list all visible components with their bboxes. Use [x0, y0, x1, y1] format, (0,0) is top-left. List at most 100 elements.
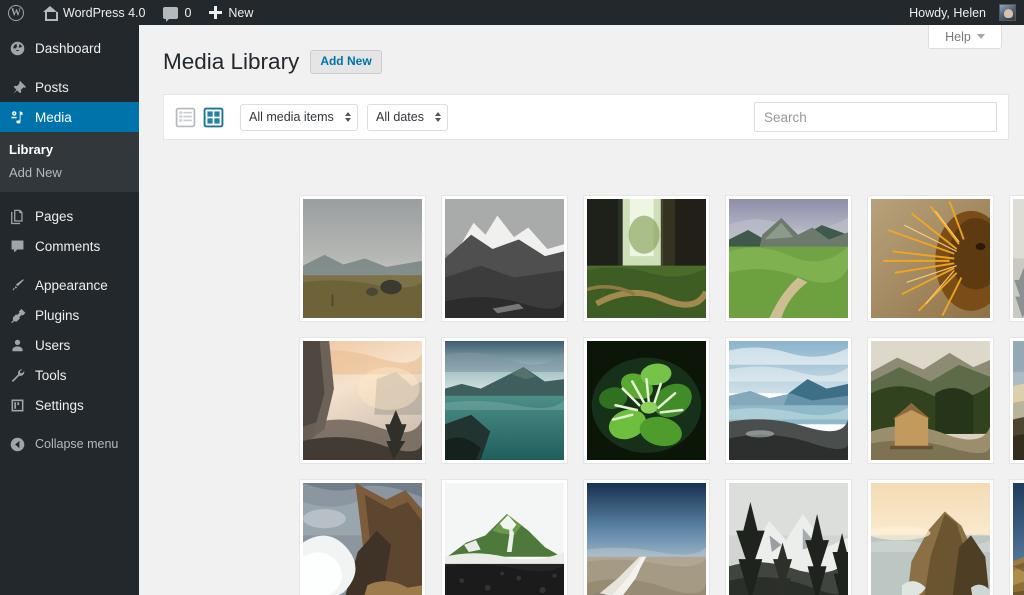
- collapse-menu-label: Collapse menu: [35, 437, 118, 451]
- sidebar-divider: [0, 261, 139, 270]
- comments-button[interactable]: 0: [154, 0, 200, 25]
- sidebar-divider: [0, 420, 139, 429]
- comment-bubble-icon: [163, 7, 178, 19]
- sidebar-item-pages[interactable]: Pages: [0, 201, 139, 231]
- media-item[interactable]: [441, 337, 568, 464]
- media-camera-icon: [9, 109, 26, 126]
- help-tab-button[interactable]: Help: [928, 25, 1002, 49]
- snowy-peak-with-firs: [729, 483, 848, 595]
- view-switcher: [175, 107, 224, 128]
- page-icon: [9, 208, 26, 225]
- media-item[interactable]: [867, 195, 994, 322]
- media-item[interactable]: [441, 195, 568, 322]
- submenu-item-library[interactable]: Library: [0, 138, 139, 161]
- site-name-button[interactable]: WordPress 4.0: [33, 0, 154, 25]
- chevron-left-circle-icon: [9, 436, 26, 453]
- iceland-green-volcano: [445, 483, 564, 595]
- admin-bar: WordPress 4.0 0 New Howdy, Helen: [0, 0, 1024, 25]
- home-icon: [42, 6, 57, 19]
- road-through-plains: [587, 483, 706, 595]
- media-submenu: Library Add New: [0, 132, 139, 192]
- help-tab-label: Help: [945, 30, 971, 44]
- list-view-icon[interactable]: [175, 107, 196, 128]
- coastal-inlet-blue: [729, 341, 848, 460]
- sidebar-item-label: Plugins: [35, 308, 79, 323]
- yosemite-valley-sunrise: [303, 341, 422, 460]
- prairie-under-grey-clouds: [303, 199, 422, 318]
- media-item[interactable]: [299, 195, 426, 322]
- sidebar-item-dashboard[interactable]: Dashboard: [0, 33, 139, 63]
- media-item[interactable]: [1009, 195, 1024, 322]
- paintbrush-icon: [9, 277, 26, 294]
- cabin-on-forest-hill: [871, 341, 990, 460]
- media-grid: [299, 195, 1024, 595]
- frosted-pine-trees: [1013, 199, 1024, 318]
- media-item[interactable]: [1009, 337, 1024, 464]
- sidebar-item-posts[interactable]: Posts: [0, 72, 139, 102]
- wordpress-logo-icon: [8, 5, 24, 21]
- comments-count: 0: [184, 6, 191, 20]
- sidebar-item-media[interactable]: Media: [0, 102, 139, 132]
- media-toolbar: All media items All dates: [163, 94, 1009, 140]
- green-alpine-meadow: [729, 199, 848, 318]
- sunlit-forest-floor: [587, 199, 706, 318]
- pin-icon: [9, 79, 26, 96]
- admin-bar-right: Howdy, Helen: [900, 0, 1024, 25]
- new-content-button[interactable]: New: [200, 0, 262, 25]
- sidebar-item-settings[interactable]: Settings: [0, 390, 139, 420]
- media-item[interactable]: [299, 337, 426, 464]
- sidebar-item-appearance[interactable]: Appearance: [0, 270, 139, 300]
- plug-icon: [9, 307, 26, 324]
- content-area: Help Media Library Add New: [139, 25, 1024, 595]
- sidebar-item-label: Media: [35, 110, 72, 125]
- media-type-filter[interactable]: All media items: [240, 104, 358, 131]
- media-item[interactable]: [583, 195, 710, 322]
- avatar: [999, 4, 1016, 21]
- golden-hills-blue-sky: [1013, 483, 1024, 595]
- my-account-button[interactable]: Howdy, Helen: [900, 0, 1018, 25]
- submenu-item-add-new[interactable]: Add New: [0, 161, 139, 184]
- sidebar-divider: [0, 192, 139, 201]
- dashboard-icon: [9, 40, 26, 57]
- media-item[interactable]: [725, 479, 852, 595]
- media-item[interactable]: [725, 337, 852, 464]
- sidebar-item-label: Comments: [35, 239, 100, 254]
- media-item[interactable]: [583, 337, 710, 464]
- sidebar-item-label: Appearance: [35, 278, 108, 293]
- howdy-label: Howdy, Helen: [909, 6, 993, 20]
- green-leaves-macro: [587, 341, 706, 460]
- black-and-white-mountain: [445, 199, 564, 318]
- media-item[interactable]: [1009, 479, 1024, 595]
- collapse-menu-button[interactable]: Collapse menu: [0, 429, 139, 459]
- media-item[interactable]: [441, 479, 568, 595]
- date-filter[interactable]: All dates: [367, 104, 448, 131]
- golden-river-valley: [1013, 341, 1024, 460]
- media-item[interactable]: [867, 479, 994, 595]
- sidebar-item-tools[interactable]: Tools: [0, 360, 139, 390]
- media-item[interactable]: [725, 195, 852, 322]
- sidebar-item-comments[interactable]: Comments: [0, 231, 139, 261]
- sidebar-item-label: Posts: [35, 80, 69, 95]
- search-input[interactable]: [754, 102, 997, 132]
- admin-sidebar: Dashboard Posts Media Library Add New Pa…: [0, 25, 139, 595]
- sidebar-item-label: Dashboard: [35, 41, 101, 56]
- media-item[interactable]: [583, 479, 710, 595]
- grid-view-icon[interactable]: [203, 107, 224, 128]
- sidebar-item-label: Users: [35, 338, 70, 353]
- sidebar-item-label: Tools: [35, 368, 67, 383]
- media-item[interactable]: [299, 479, 426, 595]
- sunset-sea-cliffs: [871, 483, 990, 595]
- sidebar-item-label: Settings: [35, 398, 84, 413]
- sidebar-item-users[interactable]: Users: [0, 330, 139, 360]
- porcupine-quills-closeup: [871, 199, 990, 318]
- comment-bubble-icon: [9, 238, 26, 255]
- sidebar-divider: [0, 63, 139, 72]
- add-new-button[interactable]: Add New: [310, 50, 381, 74]
- crashing-surf-on-rocks: [303, 483, 422, 595]
- media-item[interactable]: [867, 337, 994, 464]
- media-filter-wrap: All media items: [240, 104, 367, 131]
- wrench-icon: [9, 367, 26, 384]
- wordpress-logo-button[interactable]: [0, 0, 33, 25]
- sidebar-item-plugins[interactable]: Plugins: [0, 300, 139, 330]
- site-name-label: WordPress 4.0: [63, 6, 145, 20]
